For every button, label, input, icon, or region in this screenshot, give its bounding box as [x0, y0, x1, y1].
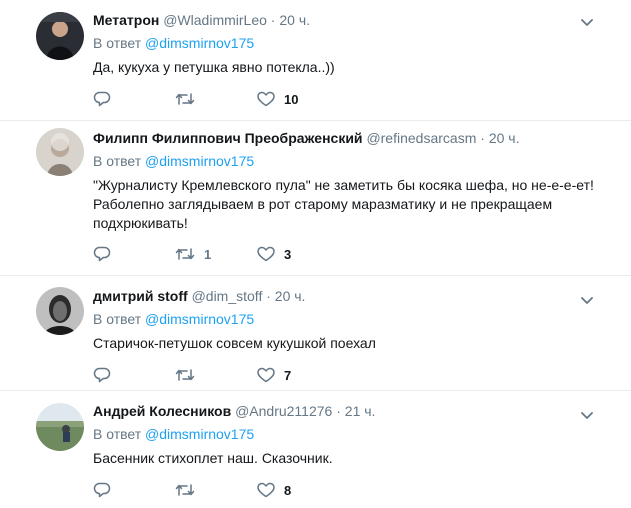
- like-count: 7: [284, 367, 292, 383]
- reply-to: В ответ @dimsmirnov175: [93, 310, 611, 328]
- retweet-button[interactable]: [175, 91, 257, 107]
- author-handle[interactable]: @WladimmirLeo: [163, 12, 267, 28]
- like-icon: [257, 91, 275, 107]
- like-count: 10: [284, 91, 299, 107]
- like-icon: [257, 367, 275, 383]
- reply-button[interactable]: [93, 245, 175, 263]
- retweet-button[interactable]: [175, 482, 257, 498]
- tweet-text: Старичок-петушок совсем кукушкой поехал: [93, 335, 376, 351]
- author-name[interactable]: Филипп Филиппович Преображенский: [93, 130, 363, 146]
- tweet-text: Да, кукуха у петушка явно потекла..)): [93, 59, 335, 75]
- tweet[interactable]: Андрей Колесников @Andru211276 · 21 ч. В…: [0, 391, 631, 508]
- avatar[interactable]: [36, 12, 84, 60]
- retweet-count: 1: [204, 246, 212, 262]
- like-button[interactable]: 8: [257, 482, 339, 498]
- reply-icon: [93, 366, 111, 384]
- tweet[interactable]: Метатрон @WladimmirLeo · 20 ч. В ответ @…: [0, 0, 631, 121]
- reply-mention[interactable]: @dimsmirnov175: [145, 311, 254, 327]
- avatar[interactable]: [36, 287, 84, 335]
- author-name[interactable]: Метатрон: [93, 12, 159, 28]
- like-count: 3: [284, 246, 292, 262]
- separator-dot: ·: [480, 130, 485, 146]
- like-icon: [257, 482, 275, 498]
- reply-prefix: В ответ: [93, 426, 142, 442]
- reply-button[interactable]: [93, 366, 175, 384]
- author-handle[interactable]: @dim_stoff: [192, 288, 263, 304]
- reply-icon: [93, 90, 111, 108]
- reply-button[interactable]: [93, 90, 175, 108]
- reply-mention[interactable]: @dimsmirnov175: [145, 153, 254, 169]
- reply-button[interactable]: [93, 481, 175, 499]
- retweet-button[interactable]: 1: [175, 246, 257, 262]
- tweet-time[interactable]: 21 ч.: [345, 403, 376, 419]
- author-handle[interactable]: @refinedsarcasm: [366, 130, 476, 146]
- tweet[interactable]: Филипп Филиппович Преображенский @refine…: [0, 121, 631, 276]
- reply-prefix: В ответ: [93, 35, 142, 51]
- tweet-time[interactable]: 20 ч.: [489, 130, 520, 146]
- like-icon: [257, 246, 275, 262]
- chevron-down-icon[interactable]: [581, 14, 593, 32]
- like-button[interactable]: 3: [257, 246, 339, 262]
- chevron-down-icon[interactable]: [581, 292, 593, 310]
- author-name[interactable]: дмитрий stoff: [93, 288, 188, 304]
- author-name[interactable]: Андрей Колесников: [93, 403, 231, 419]
- retweet-icon: [175, 91, 195, 107]
- separator-dot: ·: [270, 12, 276, 28]
- reply-mention[interactable]: @dimsmirnov175: [145, 35, 254, 51]
- avatar[interactable]: [36, 403, 84, 451]
- retweet-icon: [175, 367, 195, 383]
- separator-dot: ·: [266, 288, 271, 304]
- reply-icon: [93, 481, 111, 499]
- like-button[interactable]: 7: [257, 367, 339, 383]
- tweet[interactable]: дмитрий stoff @dim_stoff · 20 ч. В ответ…: [0, 276, 631, 391]
- avatar[interactable]: [36, 128, 84, 176]
- reply-prefix: В ответ: [93, 311, 142, 327]
- tweet-text: Басенник стихоплет наш. Сказочник.: [93, 450, 333, 466]
- reply-to: В ответ @dimsmirnov175: [93, 425, 611, 443]
- chevron-down-icon[interactable]: [581, 407, 593, 425]
- reply-to: В ответ @dimsmirnov175: [93, 34, 611, 52]
- reply-to: В ответ @dimsmirnov175: [93, 152, 611, 170]
- reply-mention[interactable]: @dimsmirnov175: [145, 426, 254, 442]
- reply-prefix: В ответ: [93, 153, 142, 169]
- reply-icon: [93, 245, 111, 263]
- separator-dot: ·: [336, 403, 341, 419]
- retweet-button[interactable]: [175, 367, 257, 383]
- like-count: 8: [284, 482, 292, 498]
- retweet-icon: [175, 246, 195, 262]
- tweet-time[interactable]: 20 ч.: [279, 12, 310, 28]
- tweet-text: "Журналисту Кремлевского пула" не замети…: [93, 177, 594, 231]
- retweet-icon: [175, 482, 195, 498]
- tweet-time[interactable]: 20 ч.: [275, 288, 306, 304]
- like-button[interactable]: 10: [257, 91, 339, 107]
- author-handle[interactable]: @Andru211276: [235, 403, 332, 419]
